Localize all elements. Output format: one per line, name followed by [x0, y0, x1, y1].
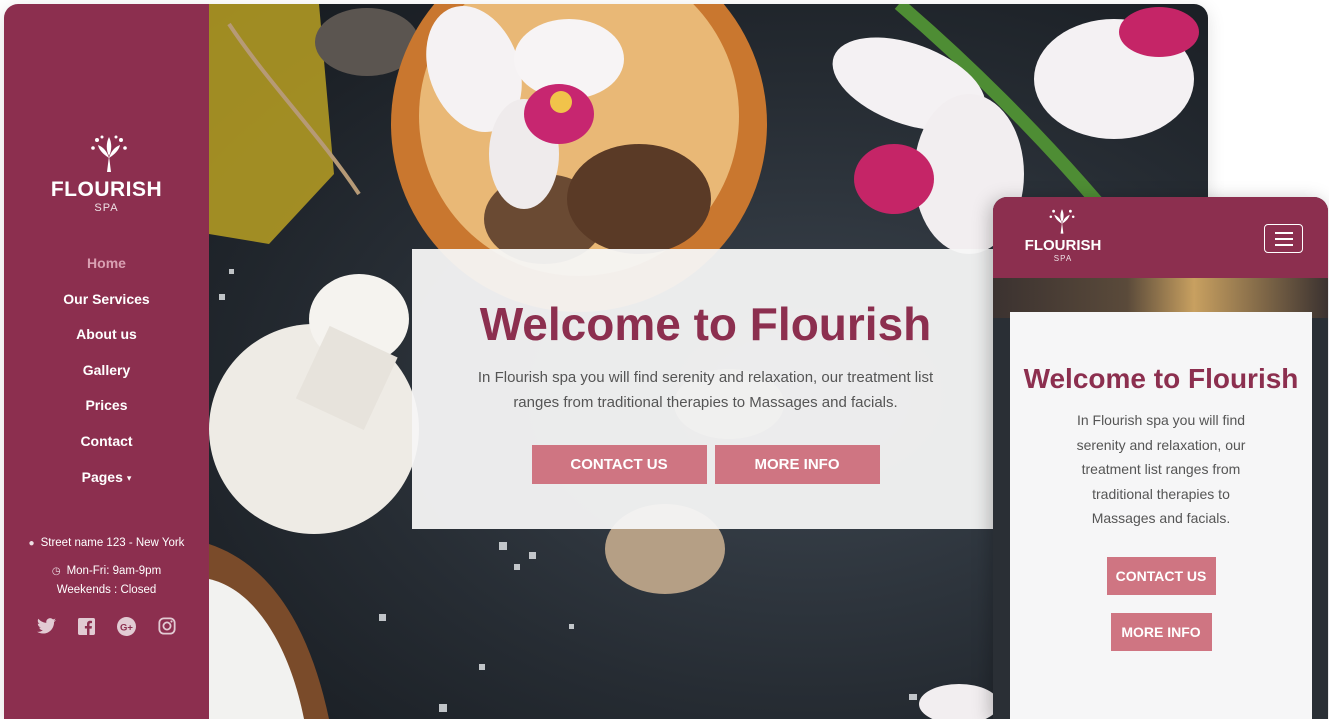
- twitter-icon[interactable]: [37, 616, 57, 636]
- mobile-more-info-button[interactable]: MORE INFO: [1110, 612, 1212, 651]
- nav-item-contact[interactable]: Contact: [4, 428, 209, 464]
- nav-label: About us: [76, 326, 137, 343]
- contact-info: ● Street name 123 - New York ◷ Mon-Fri: 9a…: [4, 534, 209, 599]
- mobile-brand-subtitle: SPA: [1053, 254, 1073, 263]
- hamburger-menu-button[interactable]: [1264, 224, 1303, 253]
- mobile-mockup: FLOURISH SPA Welcome to Flourish In Flou…: [993, 197, 1328, 719]
- caret-down-icon: ▾: [126, 472, 132, 483]
- hamburger-icon-bar: [1274, 237, 1293, 240]
- brand-name[interactable]: FLOURISH: [4, 178, 209, 202]
- hamburger-icon-bar: [1274, 243, 1293, 246]
- nav-label: Pages: [81, 468, 123, 485]
- nav-item-gallery[interactable]: Gallery: [4, 357, 209, 393]
- more-info-button[interactable]: MORE INFO: [714, 445, 880, 484]
- mobile-hero-text: In Flourish spa you will find serenity a…: [1076, 412, 1246, 526]
- contact-us-button[interactable]: CONTACT US: [531, 445, 707, 484]
- map-pin-icon: ●: [28, 538, 35, 549]
- nav-item-about-us[interactable]: About us: [4, 321, 209, 357]
- nav-item-home[interactable]: Home: [4, 250, 209, 286]
- svg-text:G+: G+: [120, 622, 133, 633]
- address-text: Street name 123 - New York: [40, 537, 185, 549]
- mobile-brand-name[interactable]: FLOURISH: [993, 237, 1133, 254]
- clock-icon: ◷: [51, 566, 61, 577]
- google-plus-icon[interactable]: G+: [117, 616, 137, 636]
- nav-label: Gallery: [82, 361, 131, 378]
- main-nav: Home Our Services About us Gallery Price…: [4, 250, 209, 499]
- hero-title: Welcome to Flourish: [479, 298, 932, 350]
- facebook-icon[interactable]: [77, 616, 97, 636]
- mobile-hero-card: Welcome to Flourish In Flourish spa you …: [1010, 312, 1312, 719]
- nav-item-prices[interactable]: Prices: [4, 392, 209, 428]
- hero-buttons: CONTACT US MORE INFO: [412, 445, 999, 484]
- mobile-contact-us-button[interactable]: CONTACT US: [1106, 556, 1216, 595]
- hero-text: In Flourish spa you will find serenity a…: [477, 369, 934, 411]
- nav-item-our-services[interactable]: Our Services: [4, 286, 209, 322]
- lotus-tree-logo-icon: [91, 135, 127, 172]
- nav-item-pages[interactable]: Pages ▾: [4, 464, 209, 500]
- address-row: ● Street name 123 - New York: [4, 534, 209, 553]
- hero-card: Welcome to Flourish In Flourish spa you …: [412, 249, 999, 529]
- hours-text: Mon-Fri: 9am-9pm: [66, 565, 162, 577]
- instagram-icon[interactable]: [157, 616, 177, 636]
- nav-label: Home: [87, 255, 126, 271]
- hours-row: ◷ Mon-Fri: 9am-9pm: [4, 562, 209, 581]
- brand-subtitle: SPA: [94, 202, 119, 214]
- nav-label: Contact: [80, 432, 133, 449]
- nav-label: Our Services: [63, 290, 150, 307]
- mobile-header: FLOURISH SPA: [993, 197, 1328, 278]
- weekends-text: Weekends : Closed: [56, 584, 157, 596]
- social-links: G+: [4, 616, 209, 636]
- lotus-tree-logo-icon: [1049, 209, 1075, 234]
- hamburger-icon-bar: [1274, 231, 1293, 234]
- nav-label: Prices: [85, 397, 128, 414]
- mobile-hero-title: Welcome to Flourish: [1023, 363, 1299, 394]
- sidebar: FLOURISH SPA Home Our Services About us …: [4, 4, 209, 719]
